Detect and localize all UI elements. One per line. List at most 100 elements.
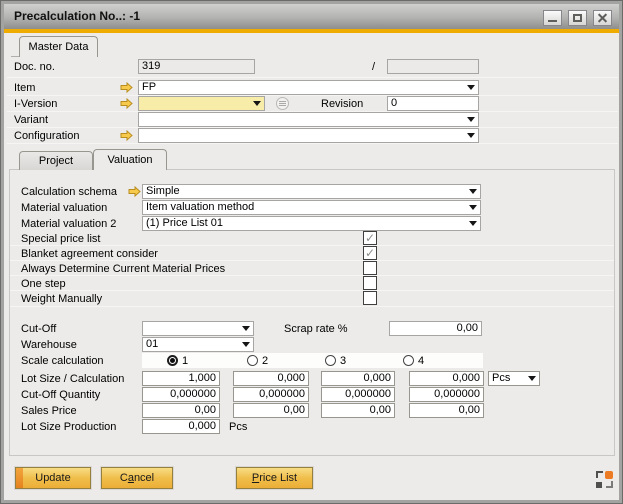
minimize-button[interactable] (543, 10, 562, 26)
i-version-label: I-Version (14, 97, 57, 112)
revision-label: Revision (321, 97, 363, 112)
radio[interactable] (325, 355, 336, 366)
sales-price-input-3[interactable]: 0,00 (321, 403, 395, 418)
cut-off-label: Cut-Off (21, 322, 56, 337)
material-valuation-value: Item valuation method (146, 201, 254, 213)
uom-combo[interactable]: Pcs (488, 371, 540, 386)
special-price-list-label: Special price list (21, 232, 100, 247)
weight-manually-label: Weight Manually (21, 292, 102, 307)
sales-price-input-4[interactable]: 0,00 (409, 403, 484, 418)
radio[interactable] (247, 355, 258, 366)
radio-label-3: 3 (340, 354, 346, 369)
cut-off-quantity-label: Cut-Off Quantity (21, 388, 100, 403)
material-valuation-combo[interactable]: Item valuation method (142, 200, 481, 215)
revision-input[interactable]: 0 (387, 96, 479, 111)
sales-price-input-1[interactable]: 0,00 (142, 403, 220, 418)
warehouse-label: Warehouse (21, 338, 77, 353)
minimize-icon (548, 20, 557, 22)
lot-size-input-3[interactable]: 0,000 (321, 371, 395, 386)
precalculation-window: Precalculation No..: -1 Master Data Doc.… (0, 0, 623, 504)
scale-calculation-label: Scale calculation (21, 354, 104, 369)
update-button[interactable]: Update (15, 467, 91, 489)
maximize-icon (573, 14, 582, 22)
variant-label: Variant (14, 113, 48, 128)
lot-size-production-input[interactable]: 0,000 (142, 419, 220, 434)
chevron-down-icon (467, 85, 475, 90)
tab-valuation[interactable]: Valuation (93, 149, 167, 170)
calculation-schema-combo[interactable]: Simple (142, 184, 481, 199)
chevron-down-icon (242, 326, 250, 331)
expand-form-icon[interactable] (596, 471, 613, 488)
warehouse-value: 01 (146, 338, 158, 350)
chevron-down-icon (467, 117, 475, 122)
cut-off-qty-input-3[interactable]: 0,000000 (321, 387, 395, 402)
configuration-combo[interactable] (138, 128, 479, 143)
version-list-icon[interactable] (276, 97, 289, 110)
always-determine-prices-label: Always Determine Current Material Prices (21, 262, 225, 277)
doc-no-separator: / (372, 60, 375, 75)
chevron-down-icon (467, 133, 475, 138)
close-button[interactable] (593, 10, 612, 26)
radio-label-1: 1 (182, 354, 188, 369)
cut-off-qty-input-1[interactable]: 0,000000 (142, 387, 220, 402)
maximize-button[interactable] (568, 10, 587, 26)
warehouse-combo[interactable]: 01 (142, 337, 254, 352)
i-version-combo[interactable] (138, 96, 265, 111)
lot-size-input-2[interactable]: 0,000 (233, 371, 309, 386)
chevron-down-icon (242, 342, 250, 347)
variant-combo[interactable] (138, 112, 479, 127)
radio[interactable] (167, 355, 178, 366)
item-combo-value: FP (142, 81, 156, 93)
material-valuation-label: Material valuation (21, 201, 107, 216)
lot-size-input-1[interactable]: 1,000 (142, 371, 220, 386)
checkbox[interactable] (363, 276, 377, 290)
calculation-schema-link-arrow-icon[interactable] (128, 186, 141, 197)
chevron-down-icon (469, 189, 477, 194)
price-list-button[interactable]: Price List (236, 467, 313, 489)
default-button-accent (16, 468, 23, 488)
configuration-link-arrow-icon[interactable] (120, 130, 133, 141)
checkbox[interactable] (363, 246, 377, 260)
cut-off-combo[interactable] (142, 321, 254, 336)
uom-value: Pcs (492, 372, 510, 384)
configuration-label: Configuration (14, 129, 79, 144)
calculation-schema-value: Simple (146, 185, 180, 197)
item-link-arrow-icon[interactable] (120, 82, 133, 93)
window-title: Precalculation No..: -1 (14, 4, 140, 29)
material-valuation-2-label: Material valuation 2 (21, 217, 116, 232)
material-valuation-2-value: (1) Price List 01 (146, 217, 223, 229)
scrap-rate-label: Scrap rate % (284, 322, 348, 337)
checkbox[interactable] (363, 261, 377, 275)
one-step-label: One step (21, 277, 66, 292)
chevron-down-icon (469, 221, 477, 226)
tab-valuation-label: Valuation (107, 154, 152, 166)
lot-size-calculation-label: Lot Size / Calculation (21, 372, 124, 387)
chevron-down-icon (253, 101, 261, 106)
item-combo[interactable]: FP (138, 80, 479, 95)
radio[interactable] (403, 355, 414, 366)
scale-calculation-strip (142, 353, 483, 368)
checkbox[interactable] (363, 291, 377, 305)
tab-project[interactable]: Project (19, 151, 93, 170)
doc-no-input[interactable]: 319 (138, 59, 255, 74)
i-version-link-arrow-icon[interactable] (120, 98, 133, 109)
tab-master-data[interactable]: Master Data (19, 36, 98, 57)
cut-off-qty-input-2[interactable]: 0,000000 (233, 387, 309, 402)
item-label: Item (14, 81, 35, 96)
checkbox[interactable] (363, 231, 377, 245)
scrap-rate-input[interactable]: 0,00 (389, 321, 482, 336)
lot-size-production-label: Lot Size Production (21, 420, 116, 435)
material-valuation-2-combo[interactable]: (1) Price List 01 (142, 216, 481, 231)
title-bar[interactable]: Precalculation No..: -1 (4, 4, 619, 29)
tab-project-label: Project (39, 155, 73, 167)
lot-size-input-4[interactable]: 0,000 (409, 371, 484, 386)
calculation-schema-label: Calculation schema (21, 185, 117, 200)
doc-no-suffix-input[interactable] (387, 59, 479, 74)
sales-price-input-2[interactable]: 0,00 (233, 403, 309, 418)
cut-off-qty-input-4[interactable]: 0,000000 (409, 387, 484, 402)
sales-price-label: Sales Price (21, 404, 77, 419)
doc-no-label: Doc. no. (14, 60, 55, 75)
cancel-button[interactable]: Cancel (101, 467, 173, 489)
tab-master-data-label: Master Data (29, 41, 89, 53)
radio-label-2: 2 (262, 354, 268, 369)
